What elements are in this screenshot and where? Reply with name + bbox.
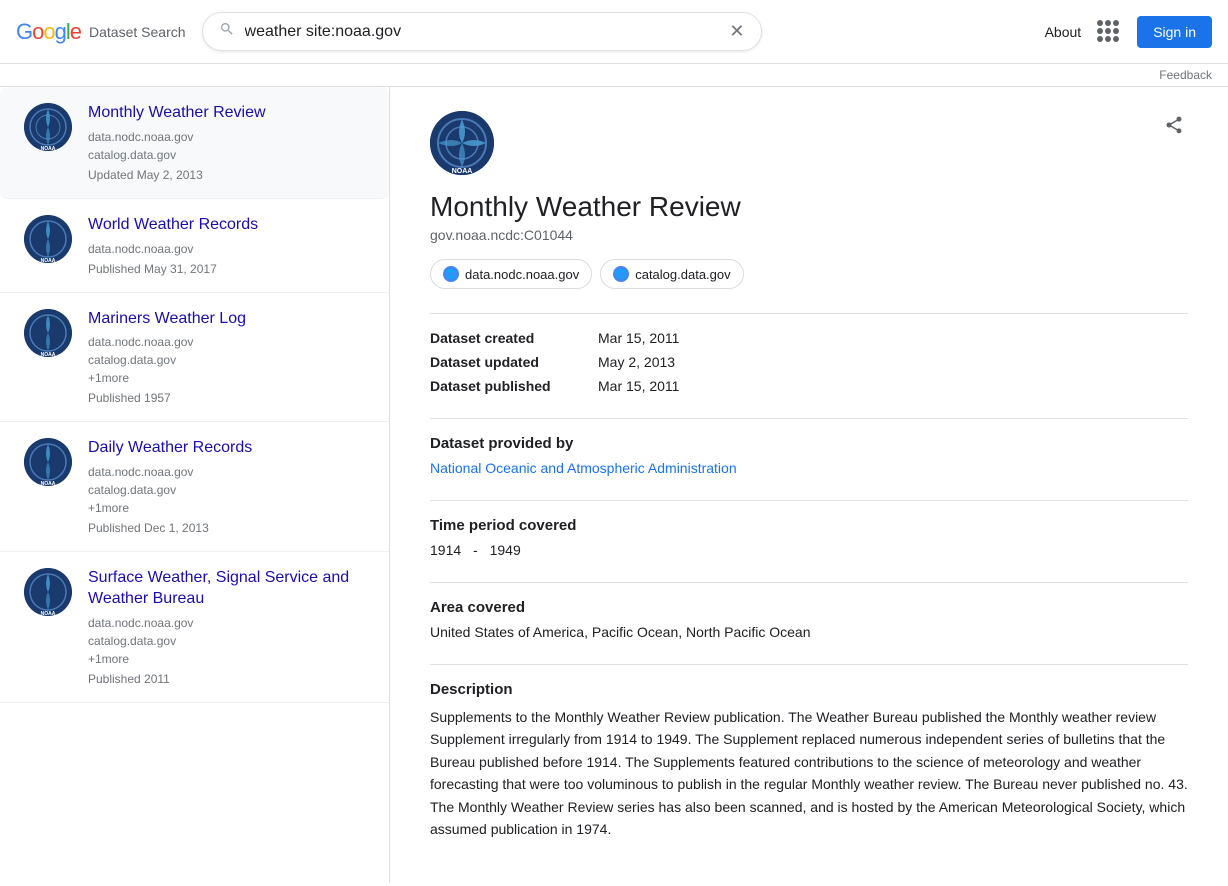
result-content: Surface Weather, Signal Service and Weat… <box>88 568 365 686</box>
chip-label: data.nodc.noaa.gov <box>465 267 579 282</box>
result-date: Published 1957 <box>88 391 365 405</box>
result-title: Daily Weather Records <box>88 438 365 459</box>
meta-label-created: Dataset created <box>430 330 590 346</box>
result-content: World Weather Records data.nodc.noaa.gov… <box>88 215 365 276</box>
right-panel: NOAA Monthly Weather Review gov.noaa.ncd… <box>390 87 1228 883</box>
meta-section: Dataset created Mar 15, 2011 Dataset upd… <box>430 330 1188 394</box>
result-content: Mariners Weather Log data.nodc.noaa.gov … <box>88 309 365 406</box>
meta-label-published: Dataset published <box>430 378 590 394</box>
time-dash: - <box>473 542 478 558</box>
result-date: Published 2011 <box>88 672 365 686</box>
area-label: Area covered <box>430 599 1188 616</box>
detail-title: Monthly Weather Review <box>430 191 1188 223</box>
meta-row-published: Dataset published Mar 15, 2011 <box>430 378 1188 394</box>
header: Google Dataset Search ✕ About Sign in <box>0 0 1228 64</box>
share-button[interactable] <box>1160 111 1188 145</box>
source-chip-2[interactable]: 🌐 catalog.data.gov <box>600 259 743 289</box>
result-title: Surface Weather, Signal Service and Weat… <box>88 568 365 610</box>
description-label: Description <box>430 681 1188 698</box>
divider <box>430 418 1188 419</box>
area-section: Area covered United States of America, P… <box>430 599 1188 640</box>
apps-icon[interactable] <box>1097 20 1121 44</box>
divider <box>430 664 1188 665</box>
description-text: Supplements to the Monthly Weather Revie… <box>430 706 1188 840</box>
detail-identifier: gov.noaa.ncdc:C01044 <box>430 227 1188 243</box>
source-chip-1[interactable]: 🌐 data.nodc.noaa.gov <box>430 259 592 289</box>
meta-row-created: Dataset created Mar 15, 2011 <box>430 330 1188 346</box>
result-item[interactable]: NOAA Daily Weather Records data.nodc.noa… <box>0 422 389 552</box>
noaa-logo: NOAA <box>24 215 72 263</box>
result-item[interactable]: NOAA World Weather Records data.nodc.noa… <box>0 199 389 293</box>
divider <box>430 313 1188 314</box>
detail-noaa-logo: NOAA <box>430 111 494 175</box>
noaa-logo: NOAA <box>24 309 72 357</box>
result-source: data.nodc.noaa.gov <box>88 240 365 258</box>
svg-text:NOAA: NOAA <box>41 258 56 263</box>
divider <box>430 582 1188 583</box>
result-title: Mariners Weather Log <box>88 309 365 330</box>
result-item[interactable]: NOAA Monthly Weather Review data.nodc.no… <box>0 87 389 199</box>
svg-text:NOAA: NOAA <box>452 168 473 175</box>
time-section: Time period covered 1914 - 1949 <box>430 517 1188 558</box>
result-item[interactable]: NOAA Mariners Weather Log data.nodc.noaa… <box>0 293 389 423</box>
time-start: 1914 <box>430 542 461 558</box>
result-date: Updated May 2, 2013 <box>88 168 365 182</box>
logo: Google Dataset Search <box>16 19 186 45</box>
detail-header-row: NOAA <box>430 111 1188 175</box>
globe-icon: 🌐 <box>443 266 459 282</box>
meta-value-published: Mar 15, 2011 <box>598 378 679 394</box>
provider-link[interactable]: National Oceanic and Atmospheric Adminis… <box>430 460 737 476</box>
svg-text:NOAA: NOAA <box>41 146 56 151</box>
noaa-logo: NOAA <box>24 568 72 616</box>
description-section: Description Supplements to the Monthly W… <box>430 681 1188 840</box>
result-content: Daily Weather Records data.nodc.noaa.gov… <box>88 438 365 535</box>
meta-value-created: Mar 15, 2011 <box>598 330 679 346</box>
result-title: Monthly Weather Review <box>88 103 365 124</box>
result-title: World Weather Records <box>88 215 365 236</box>
chip-label: catalog.data.gov <box>635 267 730 282</box>
svg-text:NOAA: NOAA <box>41 481 56 486</box>
search-bar: ✕ <box>202 12 762 51</box>
result-source: data.nodc.noaa.gov catalog.data.gov +1mo… <box>88 333 365 387</box>
result-date: Published May 31, 2017 <box>88 262 365 276</box>
header-right: About Sign in <box>1045 16 1212 48</box>
meta-value-updated: May 2, 2013 <box>598 354 675 370</box>
svg-text:NOAA: NOAA <box>41 352 56 357</box>
provider-label: Dataset provided by <box>430 435 1188 452</box>
noaa-logo: NOAA <box>24 103 72 151</box>
noaa-logo: NOAA <box>24 438 72 486</box>
svg-text:NOAA: NOAA <box>41 611 56 616</box>
main-layout: NOAA Monthly Weather Review data.nodc.no… <box>0 87 1228 883</box>
result-date: Published Dec 1, 2013 <box>88 521 365 535</box>
feedback-link[interactable]: Feedback <box>1159 68 1212 82</box>
left-panel: NOAA Monthly Weather Review data.nodc.no… <box>0 87 390 883</box>
result-item[interactable]: NOAA Surface Weather, Signal Service and… <box>0 552 389 703</box>
result-source: data.nodc.noaa.gov catalog.data.gov <box>88 128 365 164</box>
clear-icon[interactable]: ✕ <box>729 21 744 42</box>
feedback-bar: Feedback <box>0 64 1228 87</box>
search-input[interactable] <box>245 23 722 41</box>
google-logo: Google <box>16 19 81 45</box>
result-source: data.nodc.noaa.gov catalog.data.gov +1mo… <box>88 614 365 668</box>
sign-in-button[interactable]: Sign in <box>1137 16 1212 48</box>
time-range: 1914 - 1949 <box>430 542 1188 558</box>
time-period-label: Time period covered <box>430 517 1188 534</box>
source-chips: 🌐 data.nodc.noaa.gov 🌐 catalog.data.gov <box>430 259 1188 289</box>
logo-dataset-label: Dataset Search <box>89 24 186 40</box>
divider <box>430 500 1188 501</box>
search-icon <box>219 21 235 42</box>
time-end: 1949 <box>490 542 521 558</box>
globe-icon: 🌐 <box>613 266 629 282</box>
about-link[interactable]: About <box>1045 24 1082 40</box>
result-source: data.nodc.noaa.gov catalog.data.gov +1mo… <box>88 463 365 517</box>
meta-label-updated: Dataset updated <box>430 354 590 370</box>
provider-section: Dataset provided by National Oceanic and… <box>430 435 1188 476</box>
result-content: Monthly Weather Review data.nodc.noaa.go… <box>88 103 365 182</box>
meta-row-updated: Dataset updated May 2, 2013 <box>430 354 1188 370</box>
area-value: United States of America, Pacific Ocean,… <box>430 624 1188 640</box>
